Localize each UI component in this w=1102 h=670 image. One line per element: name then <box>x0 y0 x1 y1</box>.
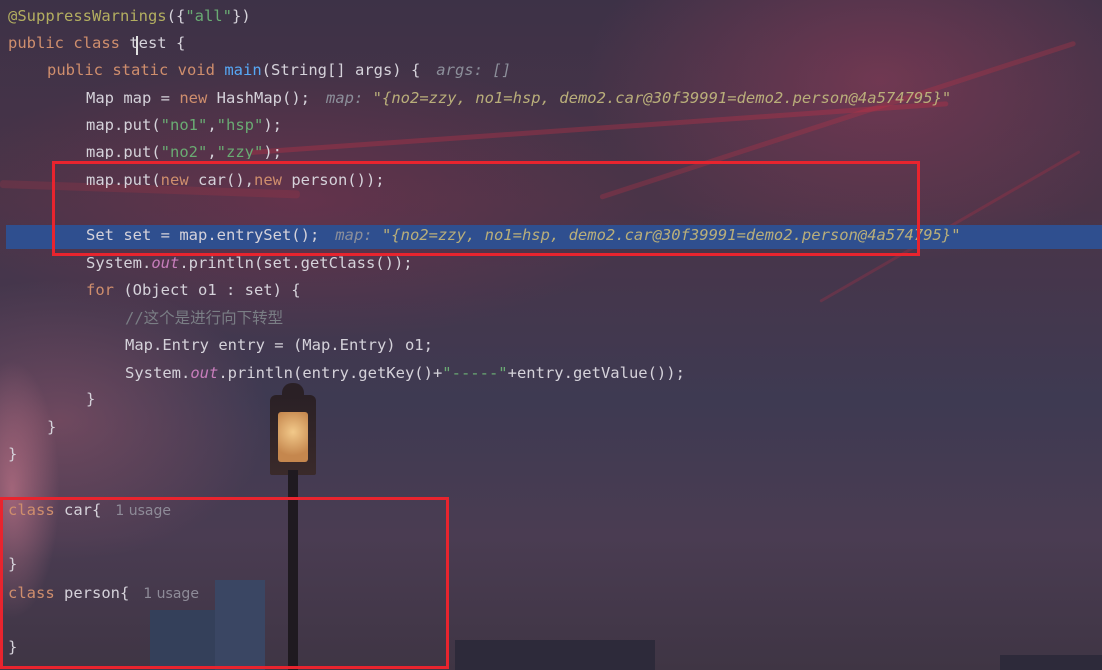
text-cursor <box>136 36 138 55</box>
code-line-12: //这个是进行向下转型 <box>125 309 284 327</box>
red-highlight-box-1 <box>52 161 920 256</box>
code-line-15: } <box>86 390 96 408</box>
code-line-13: Map.Entry entry = (Map.Entry) o1; <box>125 336 433 354</box>
inlay-hint-args: args: [] <box>436 61 511 79</box>
code-line-6: map.put("no2","zzy"); <box>86 143 283 159</box>
code-line-17: } <box>8 445 18 463</box>
red-highlight-box-2 <box>0 497 449 669</box>
code-line-3: public static void main(String[] args) {… <box>47 61 511 79</box>
code-line-1: @SuppressWarnings({"all"}) <box>8 7 251 25</box>
code-line-2: public class test { <box>8 34 186 52</box>
code-editor[interactable]: @SuppressWarnings({"all"}) public class … <box>0 0 1102 670</box>
code-line-14: System.out.println(entry.getKey()+"-----… <box>125 364 685 382</box>
code-line-16: } <box>47 418 57 436</box>
code-line-11: for (Object o1 : set) { <box>86 281 301 299</box>
inlay-hint-map: map: "{no2=zzy, no1=hsp, demo2.car@30f39… <box>325 89 952 107</box>
annotation: @SuppressWarnings <box>8 7 167 25</box>
code-line-5: map.put("no1","hsp"); <box>86 116 283 134</box>
code-line-4: Map map = new HashMap(); map: "{no2=zzy, … <box>86 89 952 107</box>
